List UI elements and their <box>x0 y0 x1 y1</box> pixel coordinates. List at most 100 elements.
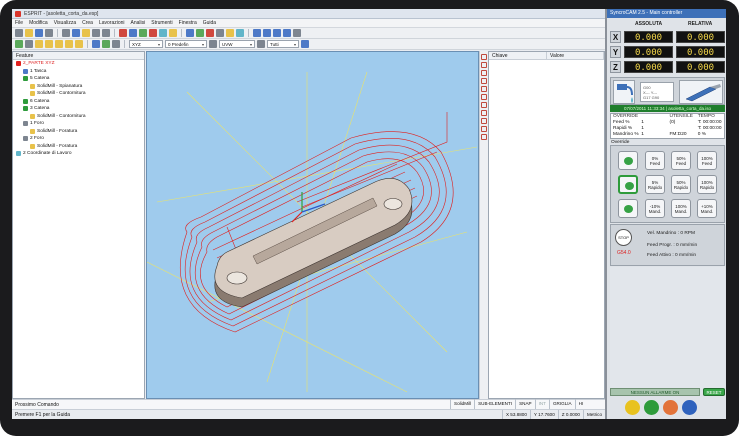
view-select[interactable]: UVW <box>219 40 255 48</box>
override-button[interactable]: 100% Rapido <box>697 175 717 194</box>
tree-item[interactable]: 2 Coordinate di Lavoro <box>13 150 144 158</box>
wireframe-icon[interactable] <box>112 40 120 48</box>
arc-icon[interactable] <box>139 29 147 37</box>
override-button[interactable]: 50% Rapido <box>671 175 691 194</box>
snap-grid-icon[interactable] <box>481 126 487 132</box>
snap-off-icon[interactable] <box>481 134 487 140</box>
override-button[interactable]: 50% Feed <box>671 151 691 170</box>
override-group-icon[interactable] <box>618 151 638 170</box>
snap-near-icon[interactable] <box>481 110 487 116</box>
shade-icon[interactable] <box>102 40 110 48</box>
work-plane-select[interactable]: 0 Predefin <box>165 40 207 48</box>
menu-strumenti[interactable]: Strumenti <box>151 20 172 26</box>
camera-icon[interactable] <box>663 400 678 415</box>
copy-icon[interactable] <box>72 29 80 37</box>
open-file-icon[interactable] <box>25 29 33 37</box>
override-group-icon[interactable] <box>618 199 638 218</box>
tree-item[interactable]: 2 Foro <box>13 135 144 143</box>
surface-icon[interactable] <box>196 29 204 37</box>
snap-end-icon[interactable] <box>481 62 487 68</box>
status-flag[interactable]: GRIGLIA <box>548 399 575 409</box>
snap-intersect-icon[interactable] <box>481 86 487 92</box>
snap-mid-icon[interactable] <box>481 70 487 76</box>
menu-crea[interactable]: Crea <box>82 20 93 26</box>
axis-label-x[interactable]: X <box>610 30 621 43</box>
redo-icon[interactable] <box>102 29 110 37</box>
print-icon[interactable] <box>45 29 53 37</box>
menu-analisi[interactable]: Analisi <box>131 20 146 26</box>
menu-guida[interactable]: Guida <box>203 20 216 26</box>
reset-button[interactable]: RESET <box>703 388 725 396</box>
save-icon[interactable] <box>35 29 43 37</box>
tree-item[interactable]: 3 Catena <box>13 105 144 113</box>
snap-perp-icon[interactable] <box>481 102 487 108</box>
settings-icon[interactable] <box>236 29 244 37</box>
tree-item[interactable]: 1 Foro <box>13 120 144 128</box>
tree-item[interactable]: SolidMill - Contornitura <box>13 90 144 98</box>
pan-icon[interactable] <box>25 40 33 48</box>
operation-icon[interactable] <box>206 29 214 37</box>
paste-icon[interactable] <box>82 29 90 37</box>
status-flag[interactable]: SolidMill <box>450 399 474 409</box>
zoom-in-icon[interactable] <box>35 40 43 48</box>
tools-icon[interactable] <box>682 400 697 415</box>
override-button[interactable]: 100% Mand. <box>671 199 691 218</box>
override-button[interactable]: 5% Rapido <box>645 175 665 194</box>
tree-item[interactable]: SolidMill - Foratura <box>13 128 144 136</box>
override-button[interactable]: 0% Feed <box>645 151 665 170</box>
circle-icon[interactable] <box>149 29 157 37</box>
new-file-icon[interactable] <box>15 29 23 37</box>
zoom-previous-icon[interactable] <box>75 40 83 48</box>
zoom-window-icon[interactable] <box>55 40 63 48</box>
zoom-fit-icon[interactable] <box>65 40 73 48</box>
tree-item[interactable]: 2_PARTE XYZ <box>13 60 144 68</box>
solid-icon[interactable] <box>186 29 194 37</box>
view-iso-icon[interactable] <box>283 29 291 37</box>
feature-icon[interactable] <box>169 29 177 37</box>
plane-select[interactable]: XYZ <box>129 40 163 48</box>
filter-select[interactable]: Tutti <box>267 40 299 48</box>
cursor-icon[interactable] <box>257 40 265 48</box>
snap-center-icon[interactable] <box>481 78 487 84</box>
view-side-icon[interactable] <box>273 29 281 37</box>
rotate-icon[interactable] <box>92 40 100 48</box>
layer-icon[interactable] <box>209 40 217 48</box>
tree-item[interactable]: 6 Catena <box>13 98 144 106</box>
line-icon[interactable] <box>129 29 137 37</box>
snap-quad-icon[interactable] <box>481 118 487 124</box>
status-flag[interactable]: SNAP <box>515 399 535 409</box>
simulation-icon[interactable] <box>216 29 224 37</box>
undo-icon[interactable] <box>92 29 100 37</box>
status-flag[interactable]: HI <box>574 399 587 409</box>
view-front-icon[interactable] <box>263 29 271 37</box>
menu-lavorazioni[interactable]: Lavorazioni <box>99 20 125 26</box>
snap-tangent-icon[interactable] <box>481 94 487 100</box>
cad-viewport[interactable] <box>146 51 479 399</box>
nc-code-icon[interactable] <box>226 29 234 37</box>
stop-button[interactable]: STOP <box>615 229 632 246</box>
help-icon[interactable] <box>293 29 301 37</box>
lightbulb-icon[interactable] <box>625 400 640 415</box>
status-flag[interactable]: INT <box>534 399 549 409</box>
zoom-out-icon[interactable] <box>45 40 53 48</box>
override-button[interactable]: +10% Mand. <box>697 199 717 218</box>
override-button[interactable]: -10% Mand. <box>645 199 665 218</box>
tree-item[interactable]: SolidMill - Spianatura <box>13 83 144 91</box>
view-top-icon[interactable] <box>253 29 261 37</box>
menu-visualizza[interactable]: Visualizza <box>54 20 76 26</box>
override-group-icon[interactable] <box>618 175 638 194</box>
menu-finestra[interactable]: Finestra <box>179 20 197 26</box>
menu-file[interactable]: File <box>15 20 23 26</box>
point-icon[interactable] <box>119 29 127 37</box>
select-icon[interactable] <box>15 40 23 48</box>
snap-point-icon[interactable] <box>481 54 487 60</box>
tree-item[interactable]: 1 Tasca <box>13 68 144 76</box>
tree-item[interactable]: 5 Catena <box>13 75 144 83</box>
tree-item[interactable]: SolidMill - Contornitura <box>13 113 144 121</box>
spline-icon[interactable] <box>159 29 167 37</box>
axis-label-y[interactable]: Y <box>610 45 621 58</box>
machine-icon[interactable] <box>644 400 659 415</box>
properties-icon[interactable] <box>301 40 309 48</box>
status-flag[interactable]: SUB-ELEMENTI <box>474 399 515 409</box>
menu-modifica[interactable]: Modifica <box>29 20 48 26</box>
